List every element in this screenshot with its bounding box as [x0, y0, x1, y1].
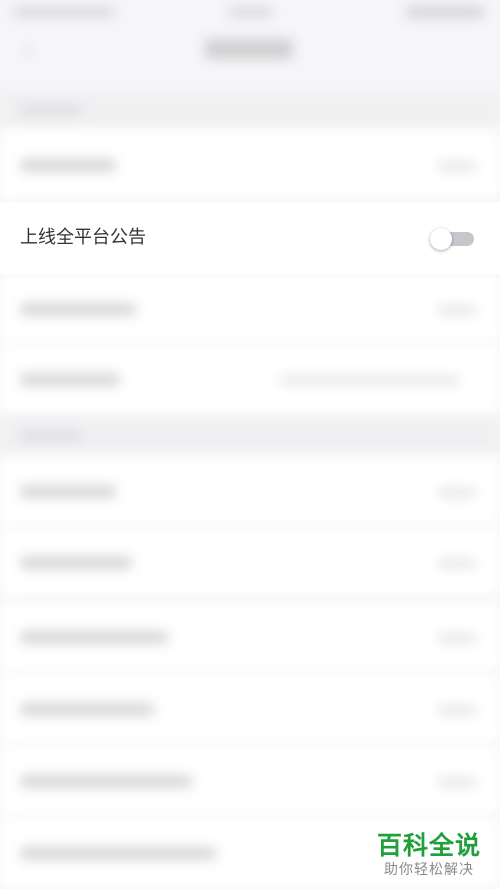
row-toggle[interactable] — [438, 706, 476, 715]
row-divider — [20, 671, 500, 672]
toggle-knob — [430, 228, 452, 250]
row-label — [20, 556, 132, 569]
settings-row[interactable] — [0, 527, 500, 597]
settings-screen: ‹ 上线全平台公告 百科全说 助你轻松解决 — [0, 0, 500, 889]
status-battery — [406, 6, 484, 18]
row-toggle[interactable] — [438, 488, 476, 497]
status-carrier — [14, 7, 114, 17]
section-title — [20, 431, 82, 441]
row-toggle[interactable] — [438, 634, 476, 643]
row-toggle[interactable] — [438, 162, 476, 171]
settings-row[interactable] — [0, 456, 500, 526]
row-divider — [20, 815, 500, 816]
row-label — [20, 847, 216, 860]
settings-row[interactable] — [0, 602, 500, 672]
settings-row[interactable] — [0, 344, 500, 414]
settings-row[interactable] — [0, 130, 500, 200]
navigation-bar: ‹ — [0, 26, 500, 90]
row-toggle[interactable] — [438, 778, 476, 787]
row-label — [20, 159, 116, 172]
row-divider — [20, 596, 500, 597]
row-toggle[interactable] — [438, 306, 476, 315]
row-value — [280, 376, 460, 385]
row-divider — [20, 199, 500, 200]
section-title — [20, 105, 82, 115]
page-title — [205, 39, 293, 59]
section-header-2 — [0, 418, 500, 454]
row-label — [20, 703, 154, 716]
chevron-left-icon[interactable]: ‹ — [22, 38, 40, 64]
settings-row-platform-announcement[interactable]: 上线全平台公告 — [0, 202, 500, 274]
watermark-logo: 百科全说 助你轻松解决 — [374, 831, 484, 879]
section-header-1 — [0, 92, 500, 128]
row-label — [20, 775, 192, 788]
row-label — [20, 485, 116, 498]
row-divider — [20, 525, 500, 526]
settings-row[interactable] — [0, 674, 500, 744]
row-label — [20, 631, 168, 644]
row-label — [20, 303, 136, 316]
row-label: 上线全平台公告 — [20, 227, 146, 248]
announcement-toggle[interactable] — [430, 228, 474, 250]
watermark-subtitle: 助你轻松解决 — [384, 862, 474, 878]
row-label — [20, 373, 120, 386]
status-time — [228, 7, 272, 17]
settings-row[interactable] — [0, 746, 500, 816]
settings-row[interactable] — [0, 274, 500, 344]
row-divider — [20, 743, 500, 744]
watermark-title: 百科全说 — [376, 831, 481, 860]
row-toggle[interactable] — [438, 559, 476, 568]
status-bar — [0, 0, 500, 26]
